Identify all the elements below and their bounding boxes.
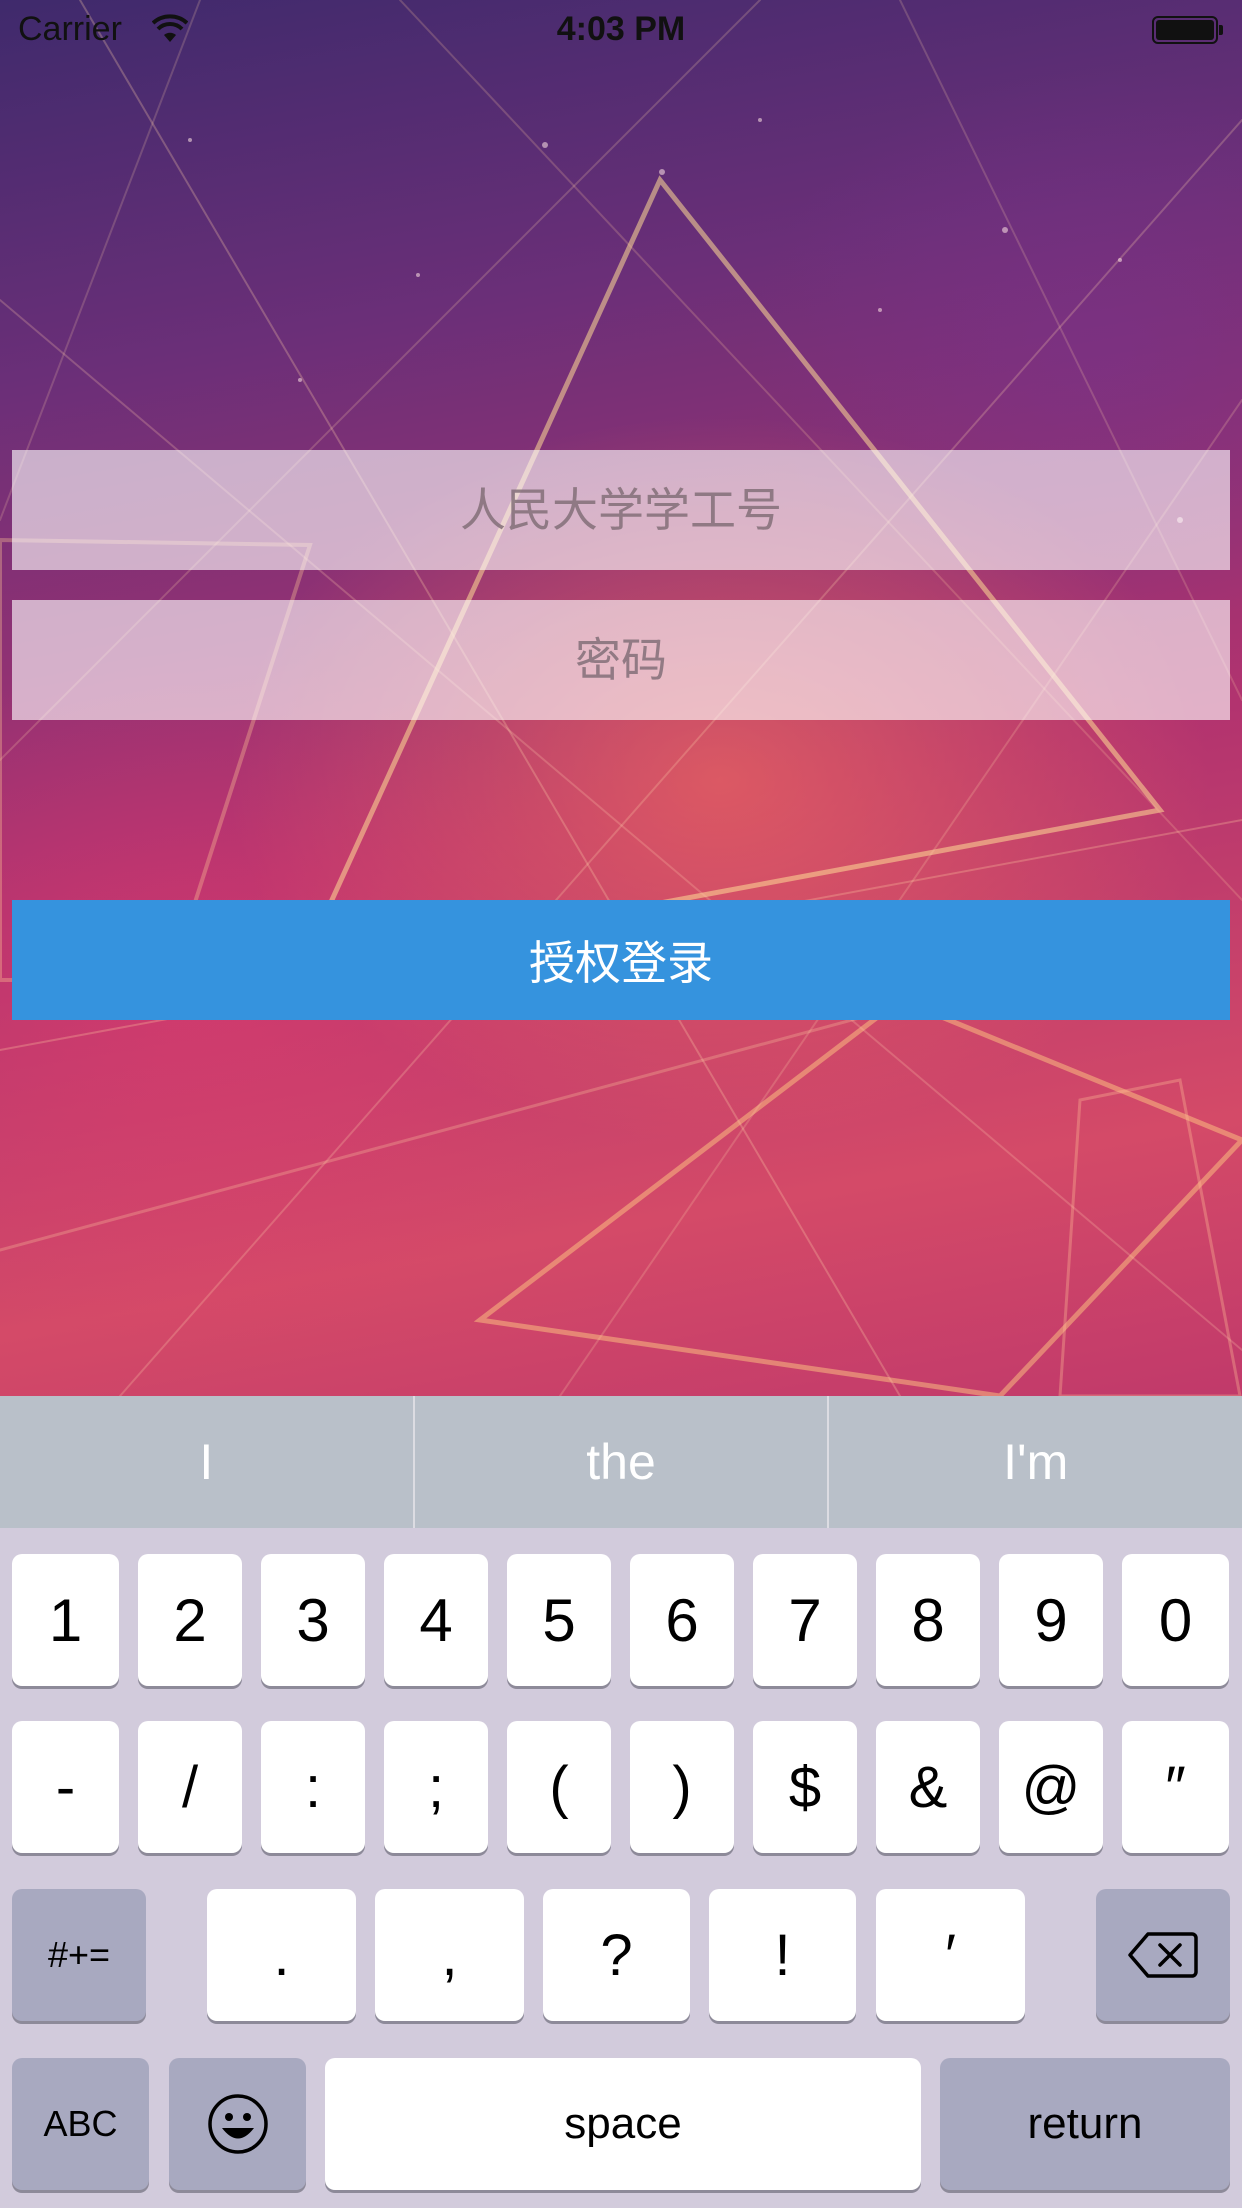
key-apostrophe[interactable]: ′ (876, 1889, 1025, 2021)
key-slash[interactable]: / (138, 1721, 242, 1853)
student-id-field[interactable] (12, 450, 1230, 570)
password-input[interactable] (12, 600, 1230, 720)
key-8[interactable]: 8 (876, 1554, 980, 1686)
emoji-icon (207, 2094, 268, 2154)
backspace-icon (1128, 1932, 1198, 1978)
student-id-input[interactable] (12, 450, 1230, 570)
key-ampersand[interactable]: & (876, 1721, 980, 1853)
suggestion-3[interactable]: I'm (829, 1396, 1242, 1528)
login-screen: Carrier 4:03 PM 授权登录 I the I'm 1 2 3 4 (0, 0, 1242, 2208)
delete-key[interactable] (1096, 1889, 1230, 2021)
return-key[interactable]: return (940, 2058, 1230, 2190)
key-0[interactable]: 0 (1122, 1554, 1229, 1686)
key-open-paren[interactable]: ( (507, 1721, 611, 1853)
key-5[interactable]: 5 (507, 1554, 611, 1686)
key-4[interactable]: 4 (384, 1554, 488, 1686)
password-field[interactable] (12, 600, 1230, 720)
battery-icon (1152, 16, 1224, 44)
key-close-paren[interactable]: ) (630, 1721, 734, 1853)
key-question[interactable]: ? (543, 1889, 690, 2021)
key-9[interactable]: 9 (999, 1554, 1103, 1686)
space-key[interactable]: space (325, 2058, 921, 2190)
suggestion-bar: I the I'm (0, 1396, 1242, 1528)
more-symbols-key[interactable]: #+= (12, 1889, 146, 2021)
key-hyphen[interactable]: - (12, 1721, 119, 1853)
key-double-quote[interactable]: ″ (1122, 1721, 1229, 1853)
authorize-login-button[interactable]: 授权登录 (12, 900, 1230, 1020)
key-period[interactable]: . (207, 1889, 356, 2021)
status-time: 4:03 PM (556, 10, 686, 48)
key-3[interactable]: 3 (261, 1554, 365, 1686)
key-dollar[interactable]: $ (753, 1721, 857, 1853)
status-bar: Carrier 4:03 PM (0, 0, 1242, 60)
key-7[interactable]: 7 (753, 1554, 857, 1686)
key-1[interactable]: 1 (12, 1554, 119, 1686)
key-6[interactable]: 6 (630, 1554, 734, 1686)
key-colon[interactable]: : (261, 1721, 365, 1853)
key-comma[interactable]: , (375, 1889, 524, 2021)
emoji-key[interactable] (169, 2058, 306, 2190)
suggestion-1[interactable]: I (0, 1396, 413, 1528)
keyboard: I the I'm 1 2 3 4 5 6 7 8 9 0 - / : ; ( … (0, 1396, 1242, 2208)
key-semicolon[interactable]: ; (384, 1721, 488, 1853)
key-exclamation[interactable]: ! (709, 1889, 856, 2021)
key-2[interactable]: 2 (138, 1554, 242, 1686)
key-at[interactable]: @ (999, 1721, 1103, 1853)
suggestion-2[interactable]: the (415, 1396, 828, 1528)
abc-key[interactable]: ABC (12, 2058, 149, 2190)
